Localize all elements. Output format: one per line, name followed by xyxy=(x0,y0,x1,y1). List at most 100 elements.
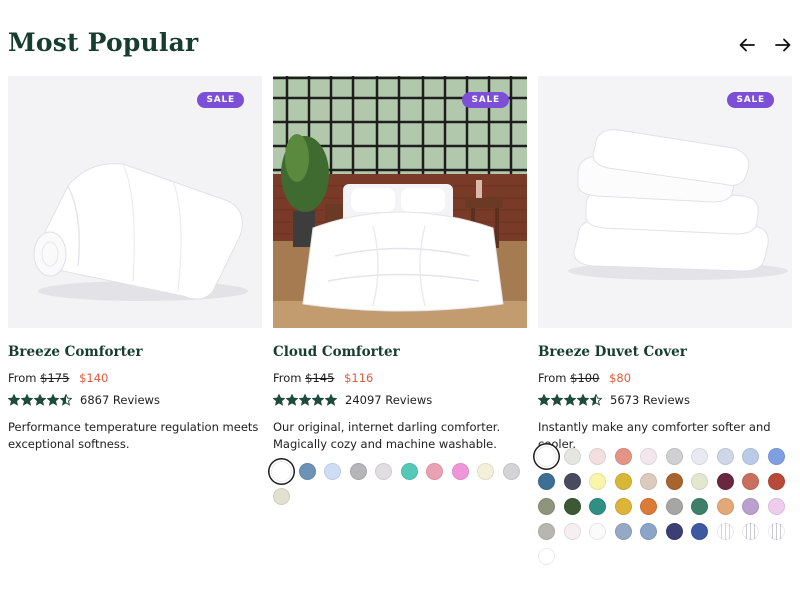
product-rating[interactable]: 6867 Reviews xyxy=(8,393,160,407)
color-swatch[interactable] xyxy=(640,523,657,540)
color-swatch[interactable] xyxy=(298,463,316,480)
color-swatch[interactable] xyxy=(563,498,581,515)
color-swatch[interactable] xyxy=(742,498,759,515)
arrow-left-icon xyxy=(739,38,755,52)
star-half-icon xyxy=(60,394,72,406)
color-swatch[interactable] xyxy=(538,523,555,540)
star-full-icon xyxy=(47,394,59,406)
product-rating[interactable]: 24097 Reviews xyxy=(273,393,432,407)
color-swatch[interactable] xyxy=(426,463,443,480)
color-swatch[interactable] xyxy=(451,463,469,480)
color-swatch[interactable] xyxy=(716,473,734,490)
color-swatch[interactable] xyxy=(563,473,581,490)
original-price: $145 xyxy=(305,371,335,385)
sale-price: $80 xyxy=(609,371,632,385)
color-swatch[interactable] xyxy=(742,448,759,465)
color-swatches xyxy=(536,446,794,565)
product-rating[interactable]: 5673 Reviews xyxy=(538,393,690,407)
color-swatch[interactable] xyxy=(640,448,657,465)
color-swatch[interactable] xyxy=(375,463,392,480)
product-name[interactable]: Breeze Duvet Cover xyxy=(538,344,687,360)
color-swatch[interactable] xyxy=(589,448,606,465)
review-count: 24097 Reviews xyxy=(345,393,433,407)
color-swatch[interactable] xyxy=(538,498,555,515)
color-swatch[interactable] xyxy=(273,488,290,505)
star-full-icon xyxy=(8,394,20,406)
color-swatch[interactable] xyxy=(563,448,581,465)
review-count: 6867 Reviews xyxy=(80,393,160,407)
color-swatch[interactable] xyxy=(640,498,657,515)
bedroom-comforter-image xyxy=(273,76,527,328)
color-swatch[interactable] xyxy=(716,498,734,515)
color-swatch[interactable] xyxy=(271,461,292,482)
product-description: Our original, internet darling comforter… xyxy=(273,420,501,451)
color-swatch[interactable] xyxy=(691,473,708,490)
product-price: From $145 $116 xyxy=(273,371,373,385)
color-swatch[interactable] xyxy=(665,523,683,540)
original-price: $100 xyxy=(570,371,600,385)
color-swatch[interactable] xyxy=(589,473,606,490)
color-swatch[interactable] xyxy=(767,448,785,465)
star-full-icon xyxy=(551,394,563,406)
color-swatch[interactable] xyxy=(614,473,632,490)
star-full-icon xyxy=(577,394,589,406)
star-full-icon xyxy=(34,394,46,406)
product-image[interactable]: SALE xyxy=(8,76,262,328)
product-card[interactable]: SALE Cloud Comforter From $145 $116 2409… xyxy=(271,76,527,505)
color-swatch[interactable] xyxy=(349,463,367,480)
product-price: From $100 $80 xyxy=(538,371,631,385)
color-swatch[interactable] xyxy=(502,463,520,480)
color-swatch[interactable] xyxy=(614,498,632,515)
carousel-prev-button[interactable] xyxy=(738,36,756,54)
carousel-next-button[interactable] xyxy=(774,36,792,54)
sale-badge: SALE xyxy=(727,92,774,108)
folded-duvet-image xyxy=(538,76,792,328)
product-card[interactable]: SALE Breeze Duvet Cover From $100 $80 56… xyxy=(536,76,792,565)
product-image[interactable]: SALE xyxy=(273,76,527,328)
color-swatch[interactable] xyxy=(589,498,606,515)
color-swatch[interactable] xyxy=(538,473,555,490)
color-swatch[interactable] xyxy=(716,448,734,465)
color-swatch[interactable] xyxy=(640,473,657,490)
color-swatch[interactable] xyxy=(665,498,683,515)
color-swatch[interactable] xyxy=(563,523,581,540)
color-swatch[interactable] xyxy=(477,463,494,480)
product-name[interactable]: Breeze Comforter xyxy=(8,344,143,360)
color-swatch[interactable] xyxy=(691,498,708,515)
sale-badge: SALE xyxy=(197,92,244,108)
product-card[interactable]: SALE Breeze Comforter From $175 $140 686… xyxy=(8,76,262,451)
color-swatch[interactable] xyxy=(536,446,557,467)
product-name[interactable]: Cloud Comforter xyxy=(273,344,400,360)
color-swatch[interactable] xyxy=(614,523,632,540)
sale-price: $116 xyxy=(344,371,374,385)
product-description: Performance temperature regulation meets… xyxy=(8,420,259,451)
color-swatch[interactable] xyxy=(324,463,341,480)
color-swatch[interactable] xyxy=(716,523,734,540)
section-title: Most Popular xyxy=(8,28,199,57)
color-swatch[interactable] xyxy=(742,523,759,540)
color-swatch[interactable] xyxy=(767,498,785,515)
color-swatch[interactable] xyxy=(691,523,708,540)
star-full-icon xyxy=(312,394,324,406)
product-image[interactable]: SALE xyxy=(538,76,792,328)
color-swatch[interactable] xyxy=(742,473,759,490)
color-swatch[interactable] xyxy=(538,548,555,565)
color-swatch[interactable] xyxy=(400,463,418,480)
rolled-comforter-image xyxy=(8,76,262,328)
color-swatch[interactable] xyxy=(589,523,606,540)
star-full-icon xyxy=(325,394,337,406)
star-full-icon xyxy=(564,394,576,406)
star-rating xyxy=(273,394,337,406)
star-rating xyxy=(538,394,602,406)
color-swatch[interactable] xyxy=(665,473,683,490)
color-swatch[interactable] xyxy=(767,473,785,490)
section-header: Most Popular xyxy=(8,28,792,60)
star-full-icon xyxy=(21,394,33,406)
color-swatch[interactable] xyxy=(614,448,632,465)
color-swatch[interactable] xyxy=(665,448,683,465)
color-swatch[interactable] xyxy=(767,523,785,540)
product-price: From $175 $140 xyxy=(8,371,108,385)
price-prefix: From xyxy=(8,371,37,385)
review-count: 5673 Reviews xyxy=(610,393,690,407)
color-swatch[interactable] xyxy=(691,448,708,465)
